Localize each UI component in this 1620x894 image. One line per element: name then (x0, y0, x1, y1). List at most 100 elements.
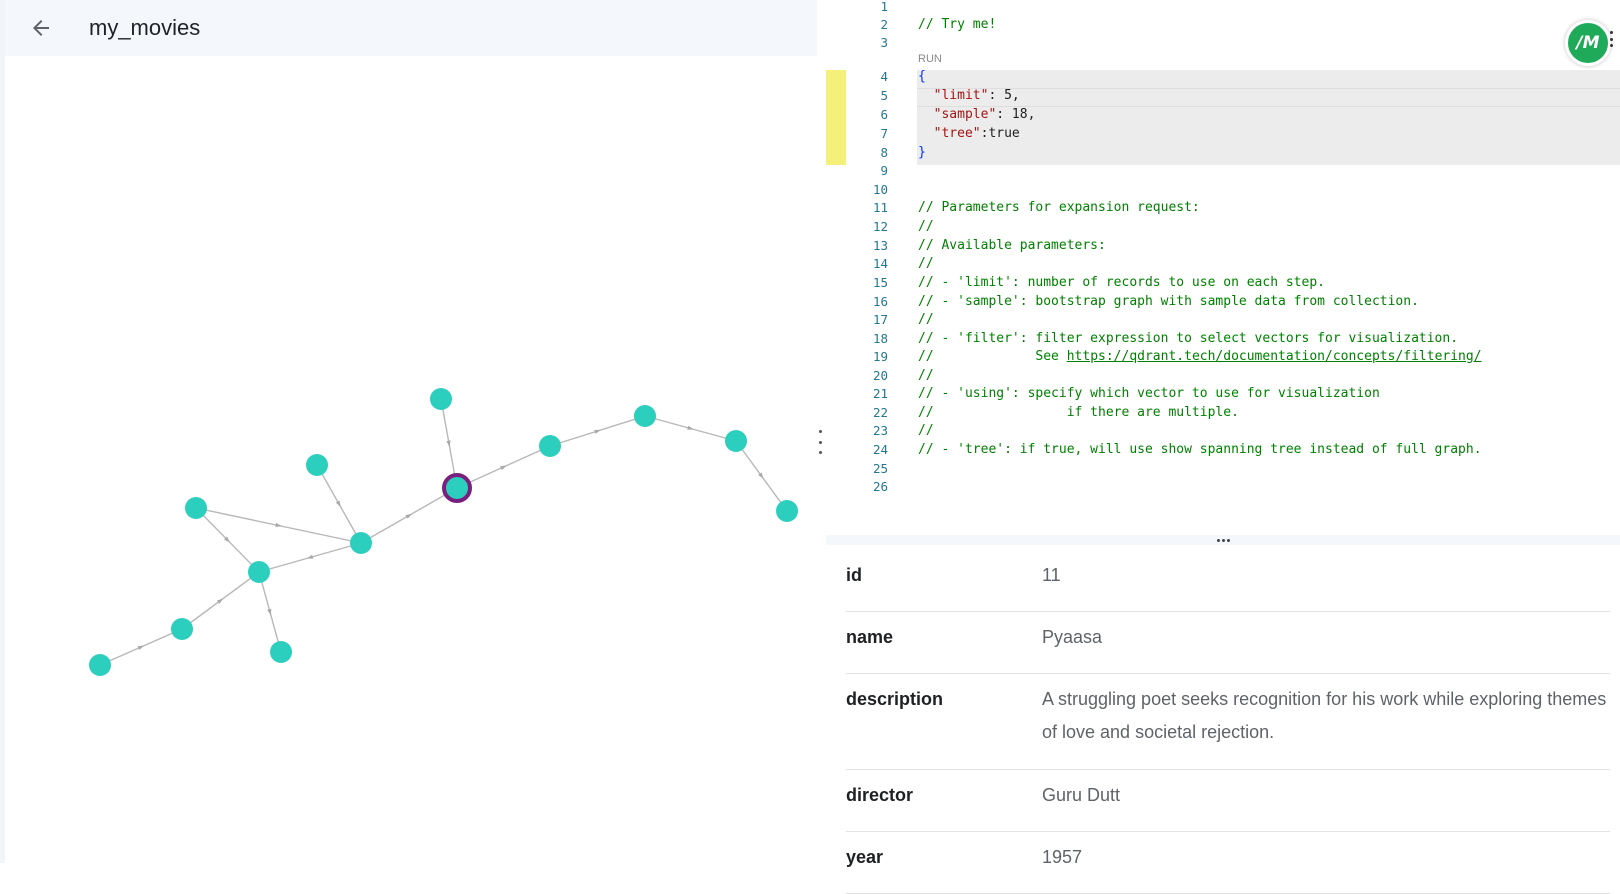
code-line[interactable]: 20 // (826, 366, 1620, 385)
code-line[interactable]: 25 (826, 459, 1620, 478)
graph-node[interactable] (539, 435, 561, 457)
code-text: // (918, 312, 934, 327)
graph-node[interactable] (634, 405, 656, 427)
graph-node[interactable] (306, 454, 328, 476)
line-number: 25 (872, 461, 888, 476)
edge-arrow-icon (594, 429, 601, 434)
graph-node[interactable] (248, 561, 270, 583)
arrow-left-icon (33, 20, 49, 36)
line-number: 18 (872, 331, 888, 346)
code-line[interactable]: 18 // - 'filter': filter expression to se… (826, 329, 1620, 348)
property-value: 11 (1042, 565, 1061, 585)
edge-arrow-icon (306, 554, 314, 559)
code-line[interactable]: 10 (826, 180, 1620, 199)
line-number: 11 (872, 200, 888, 215)
property-value: 1957 (1042, 847, 1083, 867)
user-avatar[interactable]: /M (1565, 20, 1611, 66)
property-value: Pyaasa (1042, 627, 1103, 647)
property-key: id (846, 565, 862, 585)
code-line[interactable]: 15 // - 'limit': number of records to use… (826, 273, 1620, 292)
code-line[interactable]: 23 // (826, 421, 1620, 440)
line-number: 1 (880, 0, 888, 14)
code-line[interactable]: 17 // (826, 310, 1620, 329)
code-line[interactable]: 6 "sample": 18, (826, 105, 1620, 124)
point-properties-table: id 11 name Pyaasa description A struggling po… (846, 555, 1610, 894)
line-number: 3 (880, 35, 888, 50)
property-value: Guru Dutt (1042, 785, 1121, 805)
code-line[interactable]: 9 (826, 161, 1620, 180)
code-text: // Try me! (918, 17, 997, 32)
code-line[interactable]: 24 // - 'tree': if true, will use show sp… (826, 440, 1620, 459)
code-line[interactable]: 5 "limit": 5, (826, 86, 1620, 105)
code-line[interactable]: 11 // Parameters for expansion request: (826, 198, 1620, 217)
code-line[interactable]: 2 // Try me! (826, 15, 1620, 34)
line-number: 16 (872, 294, 888, 309)
code-text: // (918, 368, 934, 383)
code-line[interactable]: 22 // if there are multiple. (826, 403, 1620, 422)
code-text: // Available parameters: (918, 238, 1106, 253)
graph-node-selected[interactable] (442, 473, 472, 503)
code-line[interactable]: 26 (826, 477, 1620, 496)
edge-arrow-icon (267, 608, 272, 616)
code-line[interactable]: 14 // (826, 254, 1620, 273)
back-button[interactable] (19, 6, 63, 50)
property-row: name Pyaasa (846, 612, 1610, 674)
edge-arrow-icon (335, 500, 341, 508)
code-line[interactable]: 4{ (826, 67, 1620, 86)
graph-node[interactable] (725, 430, 747, 452)
graph-node[interactable] (776, 500, 798, 522)
line-number: 26 (872, 479, 888, 494)
code-text: // - 'tree': if true, will use show span… (918, 442, 1482, 457)
code-line[interactable]: 7 "tree":true (826, 124, 1620, 143)
graph-header: my_movies (5, 0, 817, 56)
edge-arrow-icon (137, 645, 145, 651)
run-button[interactable]: RUN (918, 53, 942, 65)
line-number: 9 (880, 163, 888, 178)
line-number: 8 (880, 145, 888, 160)
horizontal-splitter-handle[interactable] (826, 535, 1620, 545)
property-key: description (846, 689, 944, 709)
line-number: 22 (872, 405, 888, 420)
line-number: 7 (880, 126, 888, 141)
vertical-splitter-handle[interactable] (817, 430, 823, 454)
code-line[interactable]: 21 // - 'using': specify which vector to … (826, 384, 1620, 403)
graph-node[interactable] (89, 654, 111, 676)
line-number: 17 (872, 312, 888, 327)
line-number: 5 (880, 88, 888, 103)
code-line[interactable]: 12 // (826, 217, 1620, 236)
graph-panel: my_movies (0, 0, 817, 863)
line-number: 13 (872, 238, 888, 253)
more-options-icon[interactable] (1610, 31, 1614, 47)
code-text: "limit": 5, (933, 88, 1020, 103)
code-editor[interactable]: RUN 1 2// Try me! 3 4{5 "limit": 5, 6 "sampl… (826, 0, 1620, 535)
code-line[interactable]: 3 (826, 33, 1620, 52)
code-text: // See https://qdrant.tech/documentation… (918, 349, 1482, 364)
property-key: year (846, 847, 884, 867)
graph-canvas[interactable] (5, 56, 817, 863)
code-text: // - 'using': specify which vector to us… (918, 386, 1380, 401)
graph-node[interactable] (270, 641, 292, 663)
graph-node[interactable] (350, 532, 372, 554)
code-text: // - 'filter': filter expression to sele… (918, 331, 1459, 346)
line-number: 21 (872, 386, 888, 401)
code-line[interactable]: 16 // - 'sample': bootstrap graph with sa… (826, 292, 1620, 311)
line-number: 23 (872, 423, 888, 438)
documentation-link[interactable]: https://qdrant.tech/documentation/concep… (1067, 349, 1482, 364)
code-text: "tree":true (933, 126, 1020, 141)
code-text: // (918, 423, 934, 438)
graph-node[interactable] (430, 388, 452, 410)
code-line[interactable]: 13 // Available parameters: (826, 236, 1620, 255)
line-number: 2 (880, 17, 888, 32)
edge-arrow-icon (405, 513, 413, 519)
graph-node[interactable] (171, 618, 193, 640)
code-line[interactable]: 1 (826, 0, 1620, 16)
code-text: // if there are multiple. (918, 405, 1239, 420)
collection-title: my_movies (89, 15, 201, 40)
property-row: director Guru Dutt (846, 770, 1610, 832)
line-number: 24 (872, 442, 888, 457)
code-line[interactable]: 19 // See https://qdrant.tech/documentati… (826, 347, 1620, 366)
code-line[interactable]: 8} (826, 143, 1620, 162)
code-text: } (918, 145, 926, 160)
property-key: name (846, 627, 894, 647)
graph-node[interactable] (185, 497, 207, 519)
